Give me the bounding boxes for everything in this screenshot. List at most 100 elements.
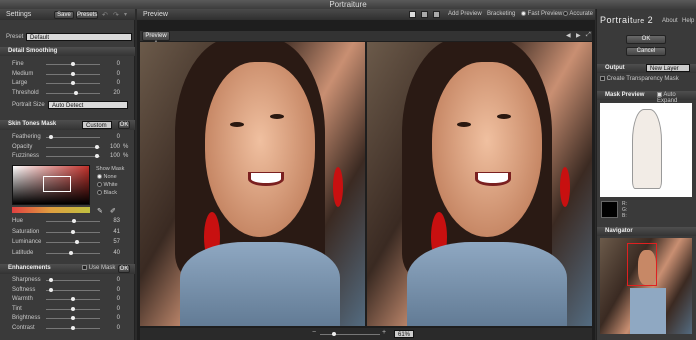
detail-large-slider[interactable] [46,81,100,85]
enh-sharpness-knob[interactable] [49,278,53,282]
enhancements-ok-button[interactable]: OK [118,265,130,273]
navigator-header[interactable]: Navigator [597,227,696,236]
create-mask-toggle[interactable]: Create Transparency Mask [600,76,679,82]
create-mask-checkbox[interactable] [600,76,605,81]
skin-feathering-knob[interactable] [49,135,53,139]
enh-brightness-slider[interactable] [46,316,100,320]
hsl-luminance-knob[interactable] [75,240,79,244]
menu-arrow-icon[interactable]: ▾ [124,11,127,18]
detail-smoothing-header[interactable]: Detail Smoothing [0,47,135,56]
use-mask-toggle[interactable]: Use Mask [82,265,115,271]
side-by-side-icon[interactable] [433,11,440,18]
before-image[interactable] [140,42,365,326]
fast-preview-radio[interactable]: Fast Preview [521,11,562,17]
skin-color-field[interactable] [12,165,90,205]
enh-tint-slider[interactable] [46,306,100,311]
eyedropper-icon[interactable]: ✎ [97,207,103,215]
auto-expand-checkbox[interactable] [657,92,662,97]
hsl-latitude-slider[interactable] [46,250,100,255]
expand-icon[interactable]: ⤢ [586,32,591,39]
skin-feathering-slider[interactable] [46,135,100,139]
radio-dot[interactable] [97,182,102,188]
about-link[interactable]: About [662,18,678,24]
navigator-image[interactable] [600,238,692,334]
zoom-slider[interactable] [320,332,380,336]
hsl-saturation-slider[interactable] [46,229,100,234]
hsl-hue-slider[interactable] [46,219,100,223]
detail-medium-knob[interactable] [71,71,75,76]
enh-contrast-knob[interactable] [71,325,75,330]
save-button[interactable]: Save [54,11,74,19]
show-mask-none-radio[interactable]: None [97,174,117,180]
undo-icon[interactable]: ↶ [102,11,108,19]
skin-opacity-slider[interactable] [46,144,100,149]
mouth [248,172,284,186]
skin-ok-button[interactable]: OK [118,121,130,129]
output-select[interactable]: New Layer [646,64,690,72]
use-mask-checkbox[interactable] [82,265,87,270]
detail-threshold-knob[interactable] [74,90,78,95]
right-eye [497,114,511,119]
tab-preview-1[interactable]: Preview 1 [142,31,170,47]
enh-softness-knob[interactable] [49,287,53,292]
skin-mode-select[interactable]: Custom [82,121,112,129]
enh-tint-knob[interactable] [71,306,75,311]
detail-medium-slider[interactable] [46,71,100,76]
enh-tint-value: 0 [116,305,120,312]
skin-fuzziness-knob[interactable] [95,154,99,158]
prev-arrow-icon[interactable]: ◀ [566,32,571,39]
split-view-icon[interactable] [421,11,428,18]
detail-large-knob[interactable] [71,81,75,85]
enh-sharpness-slider[interactable] [46,278,100,282]
show-mask-black-radio[interactable]: Black [97,190,117,196]
detail-large-label: Large [12,80,28,86]
zoom-knob[interactable] [332,332,336,336]
cancel-button[interactable]: Cancel [626,47,666,56]
enh-softness-slider[interactable] [46,287,100,292]
radio-dot[interactable] [97,190,102,196]
add-preview-button[interactable]: Add Preview [448,11,482,17]
skin-tones-header[interactable]: Skin Tones Mask [0,120,135,130]
hsl-saturation-knob[interactable] [71,229,75,234]
preset-select[interactable]: Default [26,33,132,41]
hsl-hue-knob[interactable] [72,219,76,223]
radio-dot[interactable] [97,174,102,180]
zoom-in-icon[interactable]: + [382,329,386,336]
help-link[interactable]: Help [682,18,694,24]
after-image[interactable] [367,42,592,326]
enh-warmth-knob[interactable] [71,297,75,301]
skin-fuzziness-slider[interactable] [46,154,100,158]
detail-threshold-slider[interactable] [46,90,100,95]
enh-brightness-knob[interactable] [71,316,75,320]
detail-fine-slider[interactable] [46,62,100,66]
next-arrow-icon[interactable]: ▶ [576,32,581,39]
hsl-luminance-slider[interactable] [46,240,100,244]
eyedropper-plus-icon[interactable]: ✐ [110,207,116,215]
show-mask-white-radio[interactable]: White [97,182,118,188]
hue-strip[interactable] [12,207,90,213]
skin-fuzziness-value: 100 [109,153,120,159]
fast-preview-dot[interactable] [521,11,526,16]
accurate-radio[interactable]: Accurate [563,11,593,17]
accurate-dot[interactable] [563,11,568,16]
hsl-hue-label: Hue [12,218,24,224]
enh-contrast-slider[interactable] [46,325,100,330]
skin-opacity-knob[interactable] [95,144,99,149]
zoom-out-icon[interactable]: − [312,329,316,336]
portrait-size-select[interactable]: Auto Detect [48,101,128,109]
single-view-icon[interactable] [409,11,416,18]
redo-icon[interactable]: ↷ [113,11,119,19]
enh-contrast-value: 0 [116,324,120,331]
left-eye [457,122,471,127]
navigator-viewport[interactable] [627,243,657,286]
enh-warmth-slider[interactable] [46,297,100,301]
ok-button[interactable]: OK [626,35,666,44]
zoom-select[interactable]: 61% [394,330,414,338]
presets-button[interactable]: Presets [76,11,98,19]
color-selection-box[interactable] [43,176,71,192]
bracketing-button[interactable]: Bracketing [487,11,515,17]
enh-sharpness-value: 0 [116,277,120,283]
preview-tabbar [140,31,592,41]
hsl-latitude-knob[interactable] [69,250,73,255]
detail-fine-knob[interactable] [71,62,75,66]
